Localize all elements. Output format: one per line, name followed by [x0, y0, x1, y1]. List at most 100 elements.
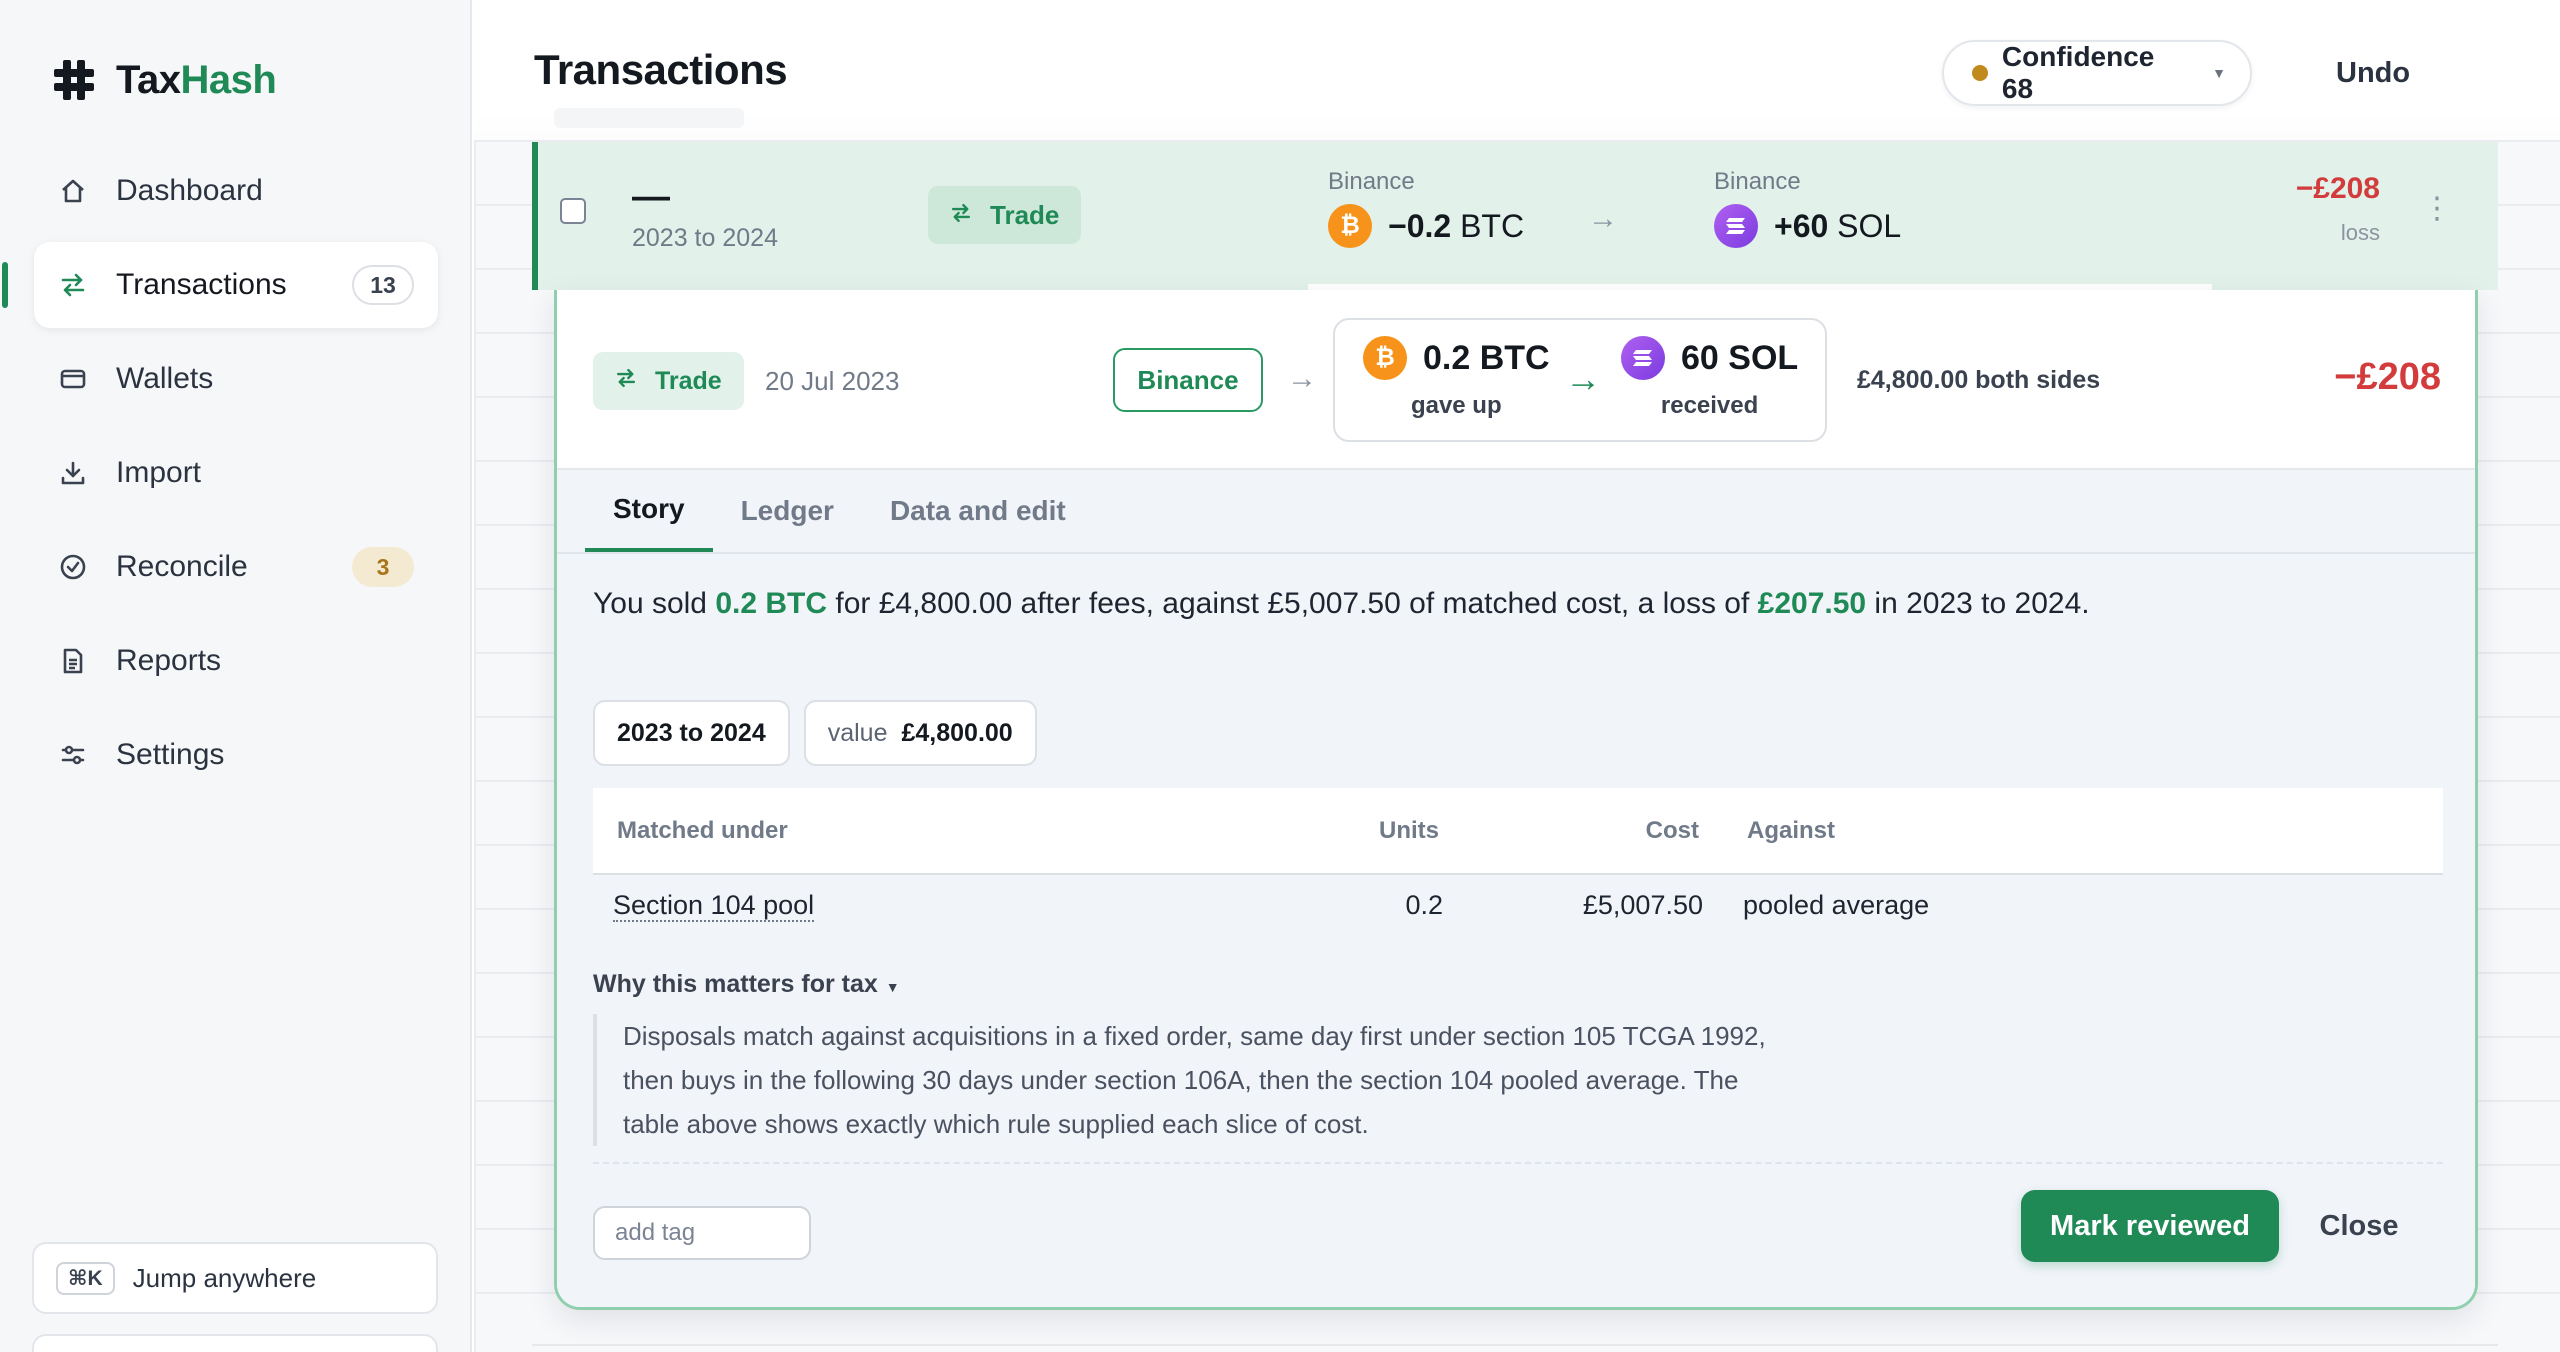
matching-table: Matched under Units Cost Against Section…	[593, 788, 2443, 936]
column-header-matched-under: Matched under	[593, 788, 1233, 875]
logo-text: TaxHash	[116, 57, 277, 103]
why-title: Why this matters for tax	[593, 970, 878, 998]
detail-date: 20 Jul 2023	[765, 366, 900, 396]
gave-up-label: gave up	[1410, 392, 1502, 419]
sidebar-item-label: Import	[116, 456, 202, 489]
hash-logo-icon	[54, 60, 94, 100]
undo-button[interactable]: Undo	[2310, 40, 2436, 106]
sidebar-item-reconcile[interactable]: Reconcile 3	[34, 524, 438, 610]
home-icon	[58, 176, 88, 206]
story-text: You sold 0.2 BTC for £4,800.00 after fee…	[593, 580, 2093, 628]
row-to-leg: Binance +60 SOL	[1714, 168, 1901, 248]
arrow-right-icon: →	[1287, 362, 1317, 395]
section-104-pool-link[interactable]: Section 104 pool	[613, 890, 815, 922]
swap-icon	[950, 200, 972, 231]
swap-icon	[58, 270, 88, 300]
row-type-pill: Trade	[928, 186, 1082, 244]
arrow-right-icon: →	[1588, 202, 1618, 235]
table-row-selected[interactable]: — 2023 to 2024 Trade Binance ₿ −0.2 BTC …	[532, 142, 2498, 290]
reconcile-count-badge: 3	[352, 547, 414, 587]
confidence-dropdown[interactable]: Confidence 68 ▼	[1942, 40, 2252, 106]
detail-type-label: Trade	[655, 366, 722, 395]
add-tag-input[interactable]	[593, 1206, 811, 1260]
divider	[593, 1162, 2443, 1164]
tab-data-and-edit[interactable]: Data and edit	[862, 470, 1094, 552]
cell-rule[interactable]: Section 104 pool	[593, 874, 1233, 936]
exchange-badge[interactable]: Binance	[1113, 348, 1263, 412]
sidebar-item-import[interactable]: Import	[34, 430, 438, 516]
logo[interactable]: TaxHash	[52, 52, 277, 108]
story-part: You sold	[593, 587, 716, 620]
sidebar-item-settings[interactable]: Settings	[34, 712, 438, 798]
cell-against: pooled average	[1743, 890, 1930, 920]
row-to-asset: SOL	[1837, 207, 1902, 244]
sidebar-item-reports[interactable]: Reports	[34, 618, 438, 704]
row-name: —	[632, 176, 670, 218]
logo-text-tax: Tax	[116, 57, 181, 102]
cell-units: 0.2	[1405, 890, 1443, 920]
detail-summary: Trade 20 Jul 2023 Binance → ₿ 0.2 BTC ga…	[557, 290, 2475, 470]
bitcoin-icon: ₿	[1328, 204, 1372, 248]
why-explanation: Disposals match against acquisitions in …	[593, 1014, 1793, 1146]
value-chip: value £4,800.00	[803, 700, 1037, 766]
shortcut-kbd: ⌘K	[56, 1261, 115, 1295]
tax-year-chip: 2023 to 2024	[593, 700, 790, 766]
main-content: Transactions Confidence 68 ▼ Undo — 2023…	[474, 0, 2560, 1352]
value-chip-amount: £4,800.00	[901, 718, 1013, 747]
detail-tabs: Story Ledger Data and edit	[585, 470, 1094, 552]
gave-up-amount: 0.2 BTC	[1423, 338, 1550, 377]
jump-anywhere-button[interactable]: ⌘K Jump anywhere	[32, 1242, 438, 1314]
more-vertical-icon[interactable]: ⋮	[2422, 194, 2452, 224]
confidence-label: Confidence 68	[2001, 41, 2155, 104]
row-from-leg: Binance ₿ −0.2 BTC	[1328, 168, 1524, 248]
document-icon	[58, 646, 88, 676]
tab-story[interactable]: Story	[585, 470, 713, 552]
row-from-asset: BTC	[1460, 207, 1525, 244]
why-this-matters-toggle[interactable]: Why this matters for tax ▼	[593, 970, 900, 999]
row-type-label: Trade	[990, 199, 1060, 230]
sidebar-item-label: Settings	[116, 738, 225, 771]
row-tax-year: 2023 to 2024	[632, 224, 778, 252]
topbar: Transactions Confidence 68 ▼ Undo	[474, 0, 2560, 140]
jump-anywhere-label: Jump anywhere	[132, 1262, 317, 1293]
download-icon	[58, 458, 88, 488]
row-gain-loss-label: loss	[2340, 220, 2380, 245]
trade-flow-box: ₿ 0.2 BTC gave up → 60 SOL received	[1333, 318, 1827, 442]
row-to-amount: +60	[1774, 207, 1829, 244]
both-sides-value: £4,800.00 both sides	[1857, 366, 2101, 394]
next-row-border	[532, 1344, 2498, 1346]
story-part: in 2023 to 2024.	[1866, 587, 2090, 620]
mark-reviewed-button[interactable]: Mark reviewed	[2021, 1190, 2279, 1262]
received-label: received	[1660, 392, 1759, 419]
column-header-units: Units	[1233, 788, 1463, 875]
received-amount: 60 SOL	[1681, 338, 1799, 377]
table-header-row: Matched under Units Cost Against	[593, 788, 2443, 875]
caret-down-icon: ▼	[885, 979, 900, 995]
close-button[interactable]: Close	[2299, 1190, 2419, 1262]
sidebar-item-transactions[interactable]: Transactions 13	[2, 242, 438, 328]
story-part: for £4,800.00 after fees, against £5,007…	[827, 587, 1758, 620]
scrolled-text-ghost	[554, 108, 744, 128]
sidebar-item-wallets[interactable]: Wallets	[34, 336, 438, 422]
detail-gain-loss-amount: −£208	[2334, 356, 2441, 398]
detail-tabs-area: Story Ledger Data and edit You sold 0.2 …	[557, 470, 2475, 1307]
received-side: 60 SOL received	[1621, 336, 1798, 420]
page-title: Transactions	[534, 46, 788, 93]
transactions-count-badge: 13	[352, 265, 414, 305]
row-gain-loss-amount: −£208	[2295, 172, 2380, 205]
row-checkbox[interactable]	[560, 198, 586, 224]
row-from-exchange: Binance	[1328, 168, 1415, 195]
story-highlight-asset: 0.2 BTC	[715, 587, 828, 620]
sidebar-item-label: Dashboard	[116, 174, 263, 207]
row-amount: −£208 loss	[2296, 172, 2380, 246]
cell-cost: £5,007.50	[1582, 890, 1703, 920]
tab-ledger[interactable]: Ledger	[713, 470, 862, 552]
sidebar-item-label: Reports	[116, 644, 222, 677]
detail-type-pill: Trade	[593, 352, 744, 410]
check-circle-icon	[58, 552, 88, 582]
tabs-divider	[557, 552, 2475, 554]
sidebar-item-dashboard[interactable]: Dashboard	[34, 148, 438, 234]
confidence-status-dot	[1972, 65, 1988, 81]
column-header-against: Against	[1723, 788, 2443, 875]
sidebar-footer-card[interactable]	[32, 1334, 438, 1352]
